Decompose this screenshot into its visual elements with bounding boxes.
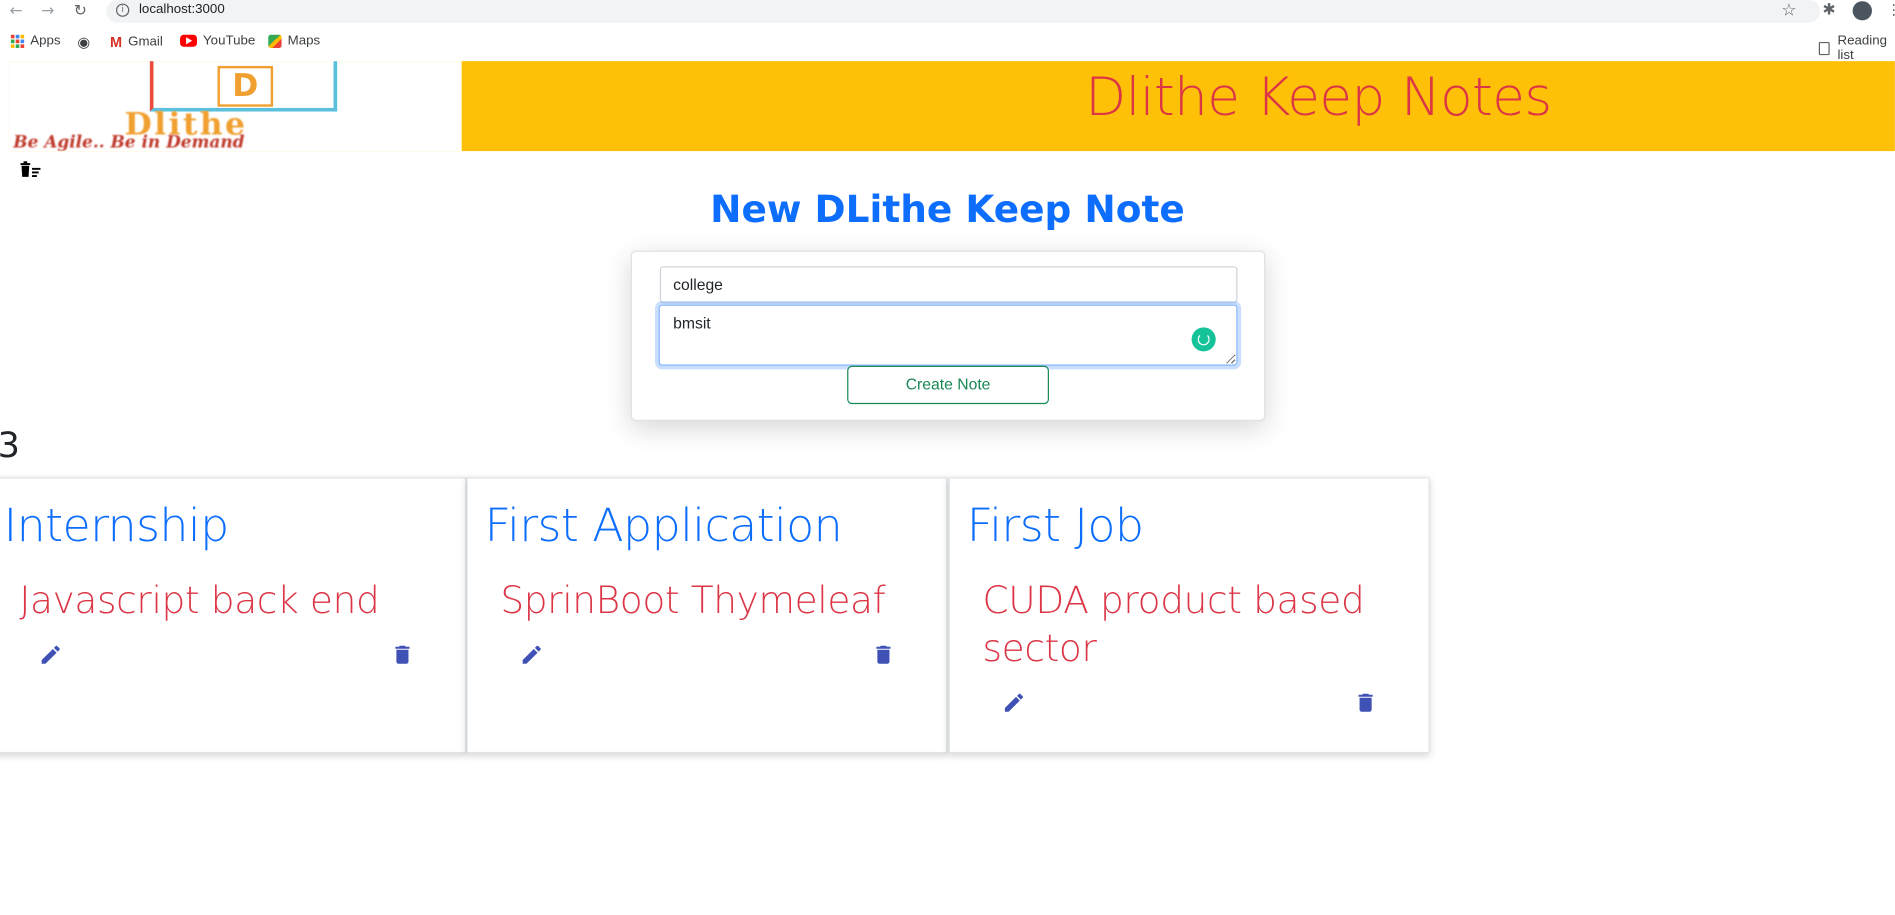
delete-icon[interactable] (390, 643, 414, 667)
bookmark-youtube[interactable]: YouTube (180, 34, 255, 48)
app-title: Dlithe Keep Notes (1085, 67, 1552, 129)
forward-arrow-icon[interactable]: → (41, 2, 54, 21)
gmail-icon: M (109, 33, 123, 51)
dlithe-logo: D Dlithe Be Agile.. Be in Demand (8, 61, 462, 152)
logo-letter: D (217, 65, 274, 107)
delete-icon[interactable] (1354, 691, 1378, 715)
note-body-textarea[interactable]: bmsit (658, 304, 1238, 366)
globe-icon: ◉ (77, 33, 91, 51)
browser-toolbar: ← → ↻ i localhost:3000 ☆ ✱ ⋮ (0, 0, 1895, 24)
bookmark-gmail[interactable]: M Gmail (110, 34, 163, 51)
extensions-icon[interactable]: ✱ (1822, 1, 1835, 19)
delete-all-icon[interactable] (18, 159, 42, 178)
reading-list-icon (1818, 41, 1831, 55)
maps-icon (268, 34, 282, 48)
bookmark-maps[interactable]: Maps (268, 34, 320, 48)
menu-kebab-icon[interactable]: ⋮ (1886, 1, 1894, 18)
bookmark-globe[interactable]: ◉ (77, 34, 90, 51)
site-info-icon[interactable]: i (116, 3, 130, 17)
note-card: Internship Javascript back end (0, 477, 467, 754)
note-body: Javascript back end (19, 579, 380, 623)
page: ← → ↻ i localhost:3000 ☆ ✱ ⋮ Apps ◉ M Gm… (0, 0, 1895, 915)
reading-list-label: Reading list (1837, 33, 1887, 63)
reload-icon[interactable]: ↻ (74, 2, 87, 21)
note-title: First Application (484, 498, 843, 552)
note-card: First Application SprinBoot Thymeleaf (466, 477, 948, 754)
bookmark-apps[interactable]: Apps (10, 33, 61, 48)
edit-icon[interactable] (1002, 691, 1026, 715)
back-arrow-icon[interactable]: ← (10, 2, 23, 21)
bookmark-label: YouTube (203, 33, 256, 48)
reading-list[interactable]: Reading list (1818, 33, 1895, 63)
url-text[interactable]: localhost:3000 (139, 2, 225, 16)
delete-icon[interactable] (871, 643, 895, 667)
bookmark-label: Gmail (128, 34, 163, 50)
bookmark-label: Maps (287, 33, 321, 48)
logo-tagline: Be Agile.. Be in Demand (13, 133, 245, 152)
form-heading: New DLithe Keep Note (710, 188, 1185, 232)
bookmark-star-icon[interactable]: ☆ (1781, 1, 1796, 20)
address-bar[interactable] (106, 0, 1821, 23)
youtube-icon (180, 34, 197, 47)
note-title: Internship (3, 498, 230, 552)
note-body: CUDA product based sector (982, 579, 1365, 671)
bookmarks-bar: Apps ◉ M Gmail YouTube Maps (0, 31, 1895, 55)
note-title: First Job (966, 498, 1144, 552)
edit-icon[interactable] (520, 643, 544, 667)
bookmark-label: Apps (30, 33, 61, 48)
note-title-input[interactable] (659, 266, 1238, 304)
create-note-button[interactable]: Create Note (847, 365, 1049, 405)
notes-count: 3 (0, 425, 20, 466)
edit-icon[interactable] (39, 643, 63, 667)
apps-grid-icon (10, 34, 25, 48)
note-body: SprinBoot Thymeleaf (500, 579, 886, 623)
grammarly-icon[interactable] (1191, 327, 1216, 352)
note-card: First Job CUDA product based sector (948, 477, 1430, 754)
profile-avatar[interactable] (1852, 1, 1872, 21)
